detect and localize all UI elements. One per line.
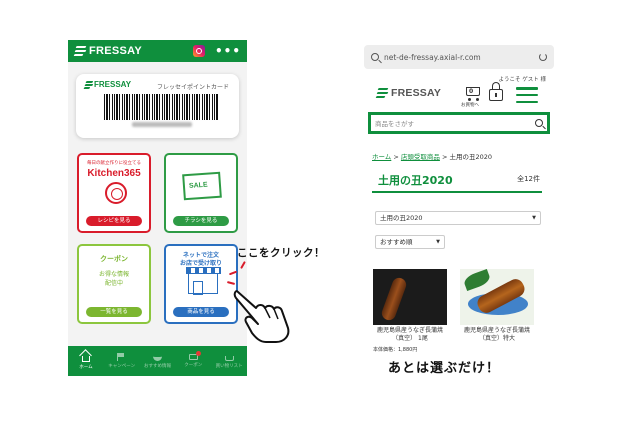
tab-label: 買い物リスト: [215, 364, 243, 369]
leaf-image: [462, 269, 492, 292]
tab-shopping-list[interactable]: 買い物リスト: [211, 346, 247, 376]
home-icon: [81, 355, 90, 362]
product-name[interactable]: 鹿児島県産うなぎ長蒲焼 （真空） 1尾: [373, 327, 447, 343]
product-price: 本体価格：1,880円: [373, 347, 418, 353]
coupon-list-button[interactable]: 一覧を見る: [86, 307, 142, 317]
kitchen365-tile[interactable]: 毎日の献立作りに役立てる Kitchen365 レシピを見る: [77, 153, 151, 233]
view-products-button[interactable]: 商品を見る: [173, 307, 229, 317]
instagram-icon[interactable]: [192, 45, 205, 57]
sort-select[interactable]: おすすめ順 ▼: [375, 235, 445, 249]
eel-image: [379, 275, 409, 323]
point-card[interactable]: FRESSAY フレッセイポイントカード: [76, 74, 239, 138]
product-name-line2: （真空） 1尾: [392, 335, 428, 342]
fressay-logo-icon: [375, 88, 389, 98]
breadcrumb: ホーム > 店頭受取商品 > 土用の丑2020: [372, 151, 492, 161]
page-title: 土用の丑2020: [378, 174, 453, 187]
product-card[interactable]: 鹿児島県産うなぎ長蒲焼 （真空） 1尾 本体価格：1,880円: [373, 269, 447, 353]
click-here-callout: ここをクリック！: [237, 247, 325, 259]
plate-icon: [105, 182, 127, 204]
product-image[interactable]: [460, 269, 534, 325]
url-text[interactable]: net-de-fressay.axial-r.com: [384, 53, 534, 62]
chevron-down-icon: ▼: [436, 239, 440, 245]
coupon-title: クーポン: [100, 255, 128, 263]
chevron-down-icon: ▼: [532, 215, 536, 221]
tab-label: キャンペーン: [108, 364, 136, 369]
bottom-tabbar: ホーム キャンペーン おすすめ情報 クーポン 買い物リスト: [68, 346, 247, 376]
breadcrumb-home[interactable]: ホーム: [372, 153, 391, 161]
flag-icon: [117, 353, 126, 361]
stage: FRESSAY ••• FRESSAY フレッセイポイントカード 毎日の献立作り…: [0, 0, 640, 434]
tab-campaign[interactable]: キャンペーン: [104, 346, 140, 376]
kitchen-subtitle: 毎日の献立作りに役立てる: [87, 161, 141, 166]
store-icon: [186, 267, 221, 295]
app-screen: FRESSAY ••• FRESSAY フレッセイポイントカード 毎日の献立作り…: [68, 40, 247, 376]
coupon-body-line2: 配信中: [104, 280, 123, 287]
coupon-tile[interactable]: クーポン お得な情報 配信中 一覧を見る: [77, 244, 151, 324]
site-brand: FRESSAY: [391, 87, 442, 99]
result-count: 全12件: [517, 175, 540, 183]
title-divider: [372, 191, 542, 193]
more-menu-icon[interactable]: •••: [215, 44, 241, 58]
coupon-icon: [188, 351, 201, 360]
web-screen: net-de-fressay.axial-r.com ようこそ ゲスト 様 FR…: [364, 45, 554, 353]
tab-label: ホーム: [79, 364, 93, 370]
product-name-line1: 鹿児島県産うなぎ長蒲焼: [463, 327, 530, 334]
sale-text: SALE: [188, 181, 208, 190]
tab-coupon[interactable]: クーポン: [175, 346, 211, 376]
recipe-button[interactable]: レシピを見る: [86, 216, 142, 226]
point-card-brand: FRESSAY: [94, 80, 132, 89]
net-order-title-line1: ネットで注文: [182, 252, 219, 259]
point-card-logo: FRESSAY: [83, 80, 132, 89]
product-image[interactable]: [373, 269, 447, 325]
lock-icon[interactable]: [489, 82, 503, 101]
product-search-field[interactable]: 商品をさがす: [368, 112, 550, 134]
fressay-logo-icon: [83, 81, 94, 89]
product-name-line1: 鹿児島県産うなぎ長蒲焼: [376, 327, 443, 334]
point-card-title: フレッセイポイントカード: [156, 84, 229, 91]
choose-callout: あとは選ぶだけ！: [388, 361, 501, 376]
cart-wheel: [468, 98, 471, 101]
tab-recommend[interactable]: おすすめ情報: [140, 346, 176, 376]
bowl-icon: [152, 353, 162, 361]
cart-count: 0: [469, 88, 474, 95]
pointing-hand-icon: [233, 290, 290, 343]
basket-icon: [224, 356, 234, 361]
app-brand: FRESSAY: [89, 45, 143, 57]
breadcrumb-separator: >: [391, 153, 401, 161]
kitchen-title: Kitchen365: [87, 168, 141, 179]
search-placeholder: 商品をさがす: [375, 120, 414, 128]
hamburger-menu-icon[interactable]: [516, 87, 538, 103]
sort-select-value: おすすめ順: [380, 238, 413, 246]
sale-sign-icon: SALE: [182, 171, 222, 201]
category-select[interactable]: 土用の丑2020 ▼: [375, 211, 541, 225]
product-name[interactable]: 鹿児島県産うなぎ長蒲焼 （真空）特大: [460, 327, 534, 343]
cart-wheel: [476, 98, 479, 101]
breadcrumb-current: 土用の丑2020: [449, 153, 493, 161]
app-header: FRESSAY •••: [68, 40, 247, 62]
app-logo[interactable]: FRESSAY: [73, 45, 143, 57]
category-select-value: 土用の丑2020: [380, 214, 423, 222]
barcode-number-blurred: [132, 122, 192, 127]
search-icon[interactable]: [535, 119, 543, 127]
coupon-body: お得な情報 配信中: [81, 270, 147, 288]
tab-label: クーポン: [184, 363, 203, 368]
url-bar[interactable]: net-de-fressay.axial-r.com: [364, 45, 554, 69]
site-logo[interactable]: FRESSAY: [375, 87, 442, 99]
cart-icon[interactable]: 0: [462, 83, 484, 101]
tab-home[interactable]: ホーム: [68, 346, 104, 376]
flyer-tile[interactable]: SALE チラシを見る: [164, 153, 238, 233]
reload-icon[interactable]: [539, 53, 547, 61]
flyer-button[interactable]: チラシを見る: [173, 216, 229, 226]
tab-label: おすすめ情報: [143, 364, 171, 369]
breadcrumb-separator: >: [439, 153, 450, 161]
barcode: [104, 94, 218, 120]
welcome-text: ようこそ ゲスト 様: [498, 77, 547, 83]
cart-label: お買物へ: [461, 103, 479, 108]
breadcrumb-category[interactable]: 店頭受取商品: [401, 153, 440, 161]
coupon-body-line1: お得な情報: [98, 271, 129, 278]
fressay-logo-icon: [73, 46, 87, 56]
product-name-line2: （真空）特大: [478, 335, 515, 342]
search-icon: [371, 53, 379, 61]
product-card[interactable]: 鹿児島県産うなぎ長蒲焼 （真空）特大: [460, 269, 534, 343]
